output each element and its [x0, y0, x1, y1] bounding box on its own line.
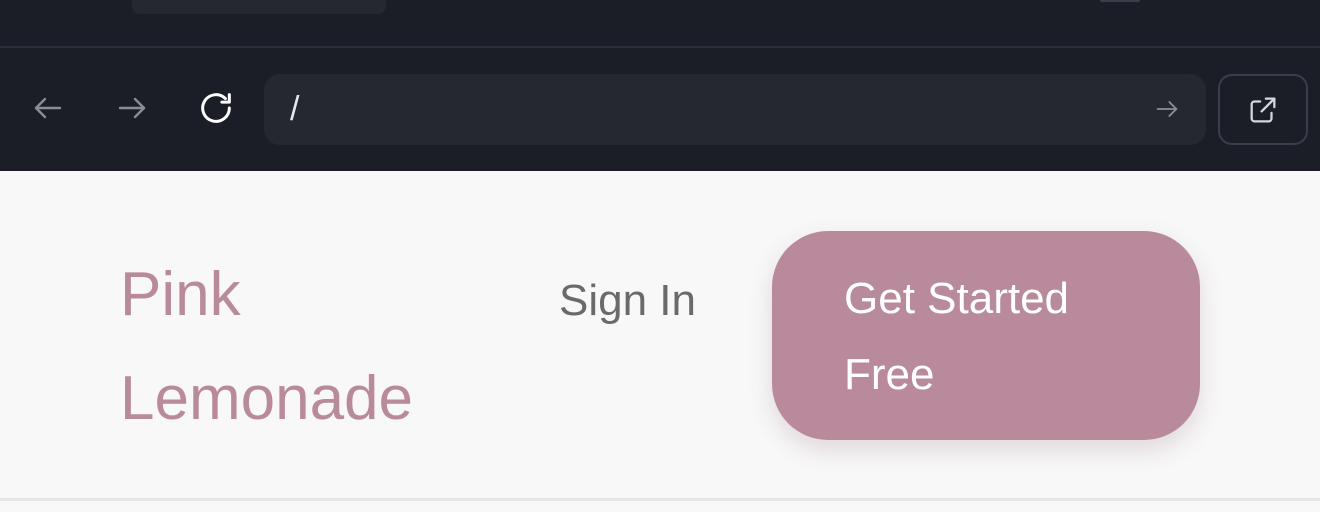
forward-button[interactable] — [112, 88, 152, 128]
reload-icon — [201, 93, 231, 123]
page-content: Pink Lemonade Sign In Get Started Free — [0, 171, 1320, 512]
address-input[interactable]: / — [290, 90, 299, 128]
tab-strip-icon[interactable] — [1100, 0, 1140, 2]
tab-strip — [0, 0, 1320, 48]
sign-in-link[interactable]: Sign In — [559, 263, 699, 339]
arrow-right-icon — [1156, 101, 1178, 117]
open-external-button[interactable] — [1218, 74, 1308, 145]
arrow-left-icon — [34, 97, 62, 119]
site-header: Pink Lemonade Sign In Get Started Free — [0, 171, 1320, 501]
reload-button[interactable] — [196, 88, 236, 128]
browser-tab[interactable] — [132, 0, 386, 14]
external-link-icon — [1250, 97, 1276, 122]
go-button[interactable] — [1150, 92, 1184, 126]
brand-logo[interactable]: Pink Lemonade — [120, 243, 460, 451]
arrow-right-icon — [118, 97, 146, 119]
browser-chrome: / — [0, 0, 1320, 171]
browser-toolbar: / — [0, 48, 1320, 171]
address-bar[interactable]: / — [264, 74, 1206, 145]
get-started-button[interactable]: Get Started Free — [772, 231, 1200, 440]
back-button[interactable] — [28, 88, 68, 128]
